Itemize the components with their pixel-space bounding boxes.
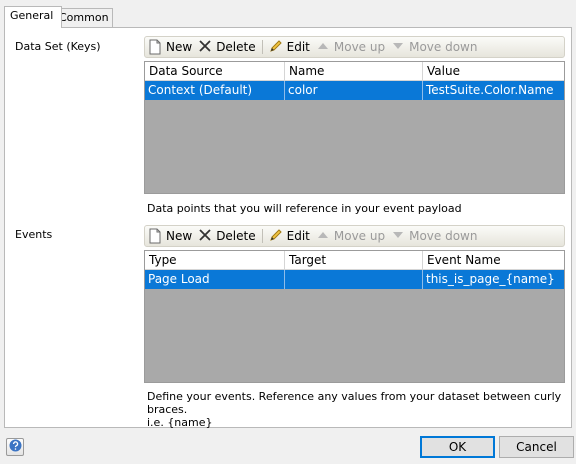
arrow-down-icon [391,39,406,55]
dataset-delete-label: Delete [216,40,256,54]
events-label: Events [15,228,53,241]
dataset-delete-button[interactable]: Delete [195,37,258,57]
events-move-down-button[interactable]: Move down [388,226,480,246]
dataset-new-label: New [166,40,193,54]
cell-target[interactable] [285,270,423,289]
cancel-button[interactable]: Cancel [499,436,574,458]
dataset-move-down-button[interactable]: Move down [388,37,480,57]
tab-general[interactable]: General [4,6,62,28]
arrow-up-icon [316,228,331,244]
dataset-toolbar: New Delete Edit Move up Move down [144,36,565,58]
events-toolbar: New Delete Edit Move up Move down [144,225,565,247]
events-help-line-2: i.e. {name} [147,416,213,429]
dataset-grid-header: Data Source Name Value [145,62,564,81]
arrow-up-icon [316,39,331,55]
tab-common[interactable]: Common [53,8,113,27]
events-grid[interactable]: Type Target Event Name Page Load this_is… [144,250,565,383]
events-delete-button[interactable]: Delete [195,226,258,246]
events-edit-label: Edit [286,229,310,243]
dataset-edit-label: Edit [286,40,310,54]
events-move-up-label: Move up [333,229,386,243]
events-new-button[interactable]: New [145,226,195,246]
events-grid-header: Type Target Event Name [145,251,564,270]
cell-event-name[interactable]: this_is_page_{name} [423,270,564,289]
column-header-target[interactable]: Target [285,251,423,269]
dataset-help-text: Data points that you will reference in y… [147,202,462,215]
table-row[interactable]: Page Load this_is_page_{name} [145,270,564,289]
arrow-down-icon [391,228,406,244]
toolbar-separator [261,229,263,243]
delete-x-icon [198,228,213,244]
help-button[interactable] [6,438,24,456]
events-help-text: Define your events. Reference any values… [147,390,576,429]
dataset-grid[interactable]: Data Source Name Value Context (Default)… [144,61,565,194]
help-question-icon [9,439,22,455]
column-header-event-name[interactable]: Event Name [423,251,564,269]
events-help-line-1: Define your events. Reference any values… [147,390,562,416]
dataset-move-up-label: Move up [333,40,386,54]
cell-data-source[interactable]: Context (Default) [145,81,285,100]
dataset-label: Data Set (Keys) [15,40,101,53]
dataset-new-button[interactable]: New [145,37,195,57]
column-header-name[interactable]: Name [285,62,423,80]
dataset-edit-button[interactable]: Edit [266,37,313,57]
delete-x-icon [198,39,213,55]
new-document-icon [148,228,163,244]
events-move-up-button[interactable]: Move up [313,226,388,246]
events-delete-label: Delete [216,229,256,243]
column-header-type[interactable]: Type [145,251,285,269]
table-row[interactable]: Context (Default) color TestSuite.Color.… [145,81,564,100]
cell-name[interactable]: color [285,81,423,100]
dataset-move-up-button[interactable]: Move up [313,37,388,57]
column-header-value[interactable]: Value [423,62,564,80]
column-header-data-source[interactable]: Data Source [145,62,285,80]
pencil-icon [269,228,284,244]
events-edit-button[interactable]: Edit [266,226,313,246]
ok-button[interactable]: OK [420,436,495,458]
cell-value[interactable]: TestSuite.Color.Name [423,81,564,100]
new-document-icon [148,39,163,55]
cell-type[interactable]: Page Load [145,270,285,289]
events-new-label: New [166,229,193,243]
dataset-move-down-label: Move down [409,40,478,54]
events-move-down-label: Move down [409,229,478,243]
pencil-icon [269,39,284,55]
toolbar-separator [261,40,263,54]
